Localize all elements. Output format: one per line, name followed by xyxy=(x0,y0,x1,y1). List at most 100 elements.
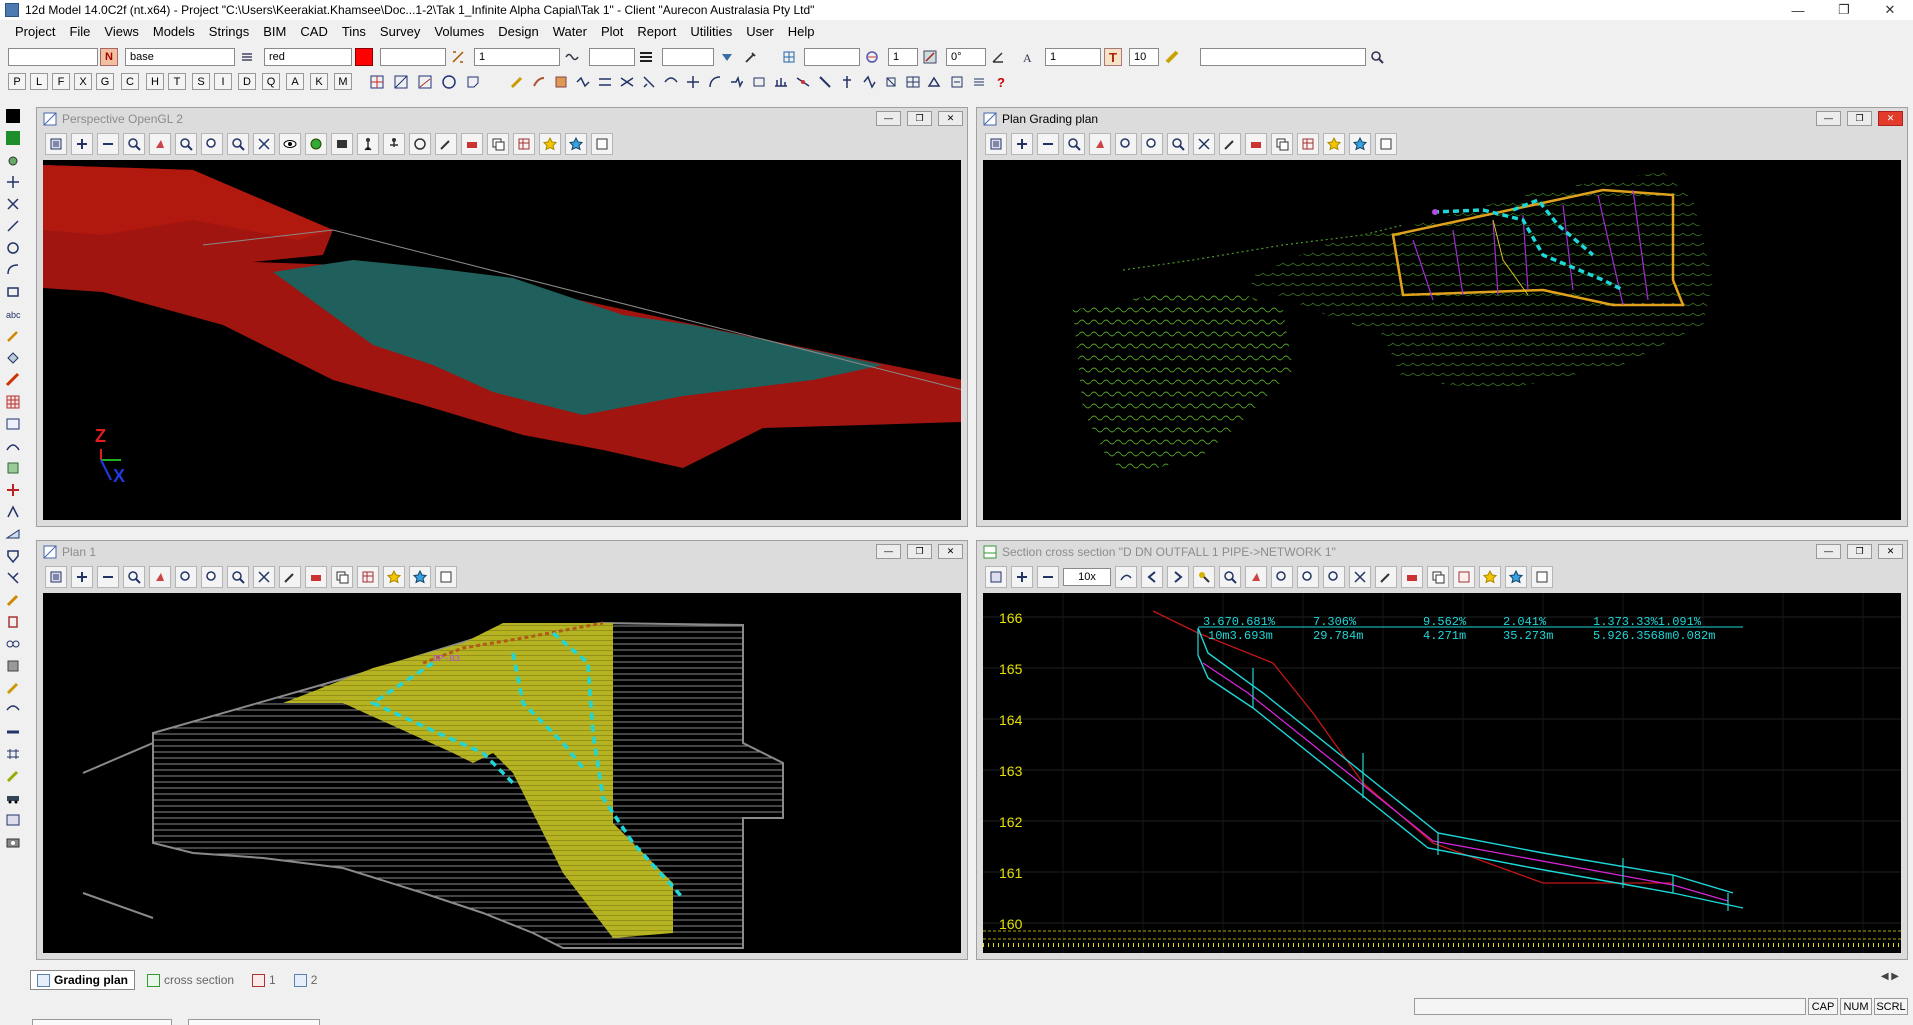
fence-tool-icon[interactable] xyxy=(3,744,23,764)
name-pick-icon[interactable] xyxy=(238,48,256,66)
snap-letter-h[interactable]: H xyxy=(146,73,164,90)
snap-letter-s[interactable]: S xyxy=(192,73,210,90)
polygon-fence-icon[interactable] xyxy=(464,73,482,91)
intersect-tool-icon[interactable] xyxy=(3,194,23,214)
green-colour-swatch[interactable] xyxy=(3,128,23,148)
eye-icon[interactable] xyxy=(279,133,301,155)
select-icon[interactable] xyxy=(253,566,275,588)
zoom-in-icon[interactable] xyxy=(123,566,145,588)
menu-file[interactable]: File xyxy=(62,24,97,39)
panel-close-button[interactable]: ✕ xyxy=(938,544,963,559)
string-tool-13-icon[interactable] xyxy=(838,73,856,91)
panel-close-button[interactable]: ✕ xyxy=(938,111,963,126)
highlight-tool-icon[interactable] xyxy=(3,766,23,786)
chain-tool-icon[interactable] xyxy=(3,634,23,654)
vehicle-tool-icon[interactable] xyxy=(3,788,23,808)
tab-cross-section[interactable]: cross section xyxy=(141,970,240,990)
pan-icon[interactable] xyxy=(149,133,171,155)
close-button[interactable]: ✕ xyxy=(1867,0,1913,20)
search-field[interactable] xyxy=(1200,48,1366,66)
string-tool-8-icon[interactable] xyxy=(728,73,746,91)
favourite-star-icon[interactable] xyxy=(539,133,561,155)
pick-icon[interactable] xyxy=(1375,566,1397,588)
snap-letter-a[interactable]: A xyxy=(286,73,304,90)
steering-icon[interactable] xyxy=(409,133,431,155)
copy-icon[interactable] xyxy=(1271,133,1293,155)
panel-minimize-button[interactable]: — xyxy=(876,111,901,126)
black-colour-swatch[interactable] xyxy=(3,106,23,126)
string-tool-1-icon[interactable] xyxy=(574,73,592,91)
print-icon[interactable] xyxy=(1245,133,1267,155)
panel-restore-button[interactable]: ❐ xyxy=(907,111,932,126)
tab-1[interactable]: 1 xyxy=(246,970,282,990)
menu-bim[interactable]: BIM xyxy=(256,24,293,39)
angle-pick-icon[interactable] xyxy=(989,48,1007,66)
zoom-in-icon[interactable] xyxy=(1219,566,1241,588)
zoom-window-icon[interactable] xyxy=(175,566,197,588)
zoom-extents-icon[interactable] xyxy=(368,73,386,91)
menu-design[interactable]: Design xyxy=(491,24,545,39)
panel-minimize-button[interactable]: — xyxy=(1816,544,1841,559)
cut-tool-icon[interactable] xyxy=(3,568,23,588)
string-tool-11-icon[interactable] xyxy=(794,73,812,91)
menu-tins[interactable]: Tins xyxy=(335,24,373,39)
circle-tool-icon[interactable] xyxy=(3,238,23,258)
block-tool-icon[interactable] xyxy=(3,656,23,676)
zoom-out-icon[interactable] xyxy=(227,133,249,155)
line-weight-icon[interactable] xyxy=(637,48,655,66)
string-tool-19-icon[interactable] xyxy=(970,73,988,91)
pen-tool-icon[interactable] xyxy=(3,326,23,346)
spray-tool-icon[interactable] xyxy=(3,678,23,698)
menu-survey[interactable]: Survey xyxy=(373,24,427,39)
tab-2[interactable]: 2 xyxy=(288,970,324,990)
bracket-tool-icon[interactable] xyxy=(3,612,23,632)
snap-value-field[interactable]: 1 xyxy=(888,48,918,66)
style-field[interactable] xyxy=(380,48,446,66)
ruler-icon[interactable] xyxy=(1163,48,1181,66)
snap-letter-f[interactable]: F xyxy=(52,73,70,90)
slope-tool-icon[interactable] xyxy=(3,524,23,544)
view-menu-icon[interactable] xyxy=(45,566,67,588)
panel-restore-button[interactable]: ❐ xyxy=(1847,111,1872,126)
profile-icon[interactable] xyxy=(1115,566,1137,588)
snap-letter-i[interactable]: I xyxy=(214,73,232,90)
curve-tool-icon[interactable] xyxy=(3,700,23,720)
view-menu-icon[interactable] xyxy=(45,133,67,155)
text-value-field[interactable]: 1 xyxy=(1045,48,1101,66)
level-field[interactable] xyxy=(662,48,714,66)
zoom-out-icon[interactable] xyxy=(1323,566,1345,588)
zoom-out-icon[interactable] xyxy=(227,566,249,588)
tab-scroll-arrows[interactable]: ◀ ▶ xyxy=(1881,971,1899,982)
menu-plot[interactable]: Plot xyxy=(594,24,630,39)
angle-field[interactable]: 0° xyxy=(946,48,986,66)
new-view-icon[interactable] xyxy=(435,566,457,588)
tab-grading-plan[interactable]: Grading plan xyxy=(30,970,136,990)
previous-section-icon[interactable] xyxy=(1141,566,1163,588)
string-tool-2-icon[interactable] xyxy=(596,73,614,91)
menu-cad[interactable]: CAD xyxy=(293,24,334,39)
menu-help[interactable]: Help xyxy=(781,24,822,39)
zoom-extents-icon[interactable] xyxy=(201,566,223,588)
view-eye-icon[interactable] xyxy=(3,150,23,170)
snap-letter-g[interactable]: G xyxy=(96,73,114,90)
panel-minimize-button[interactable]: — xyxy=(1816,111,1841,126)
model-field[interactable] xyxy=(8,48,98,66)
plan-grading-canvas[interactable] xyxy=(983,160,1901,520)
pick-icon[interactable] xyxy=(435,133,457,155)
name-field[interactable]: base xyxy=(125,48,235,66)
add-model-icon[interactable] xyxy=(71,133,93,155)
print-icon[interactable] xyxy=(461,133,483,155)
panel-close-button[interactable]: ✕ xyxy=(1878,111,1903,126)
string-tool-14-icon[interactable] xyxy=(860,73,878,91)
string-tool-16-icon[interactable] xyxy=(904,73,922,91)
arc-tool-icon[interactable] xyxy=(3,260,23,280)
add-model-icon[interactable] xyxy=(1011,566,1033,588)
menu-volumes[interactable]: Volumes xyxy=(427,24,491,39)
zoom-window-icon[interactable] xyxy=(175,133,197,155)
print-icon[interactable] xyxy=(1401,566,1423,588)
fence-icon[interactable] xyxy=(392,73,410,91)
panel-restore-button[interactable]: ❐ xyxy=(1847,544,1872,559)
search-icon[interactable] xyxy=(1368,48,1386,66)
circle-fence-icon[interactable] xyxy=(440,73,458,91)
colour-swatch[interactable] xyxy=(355,48,373,66)
